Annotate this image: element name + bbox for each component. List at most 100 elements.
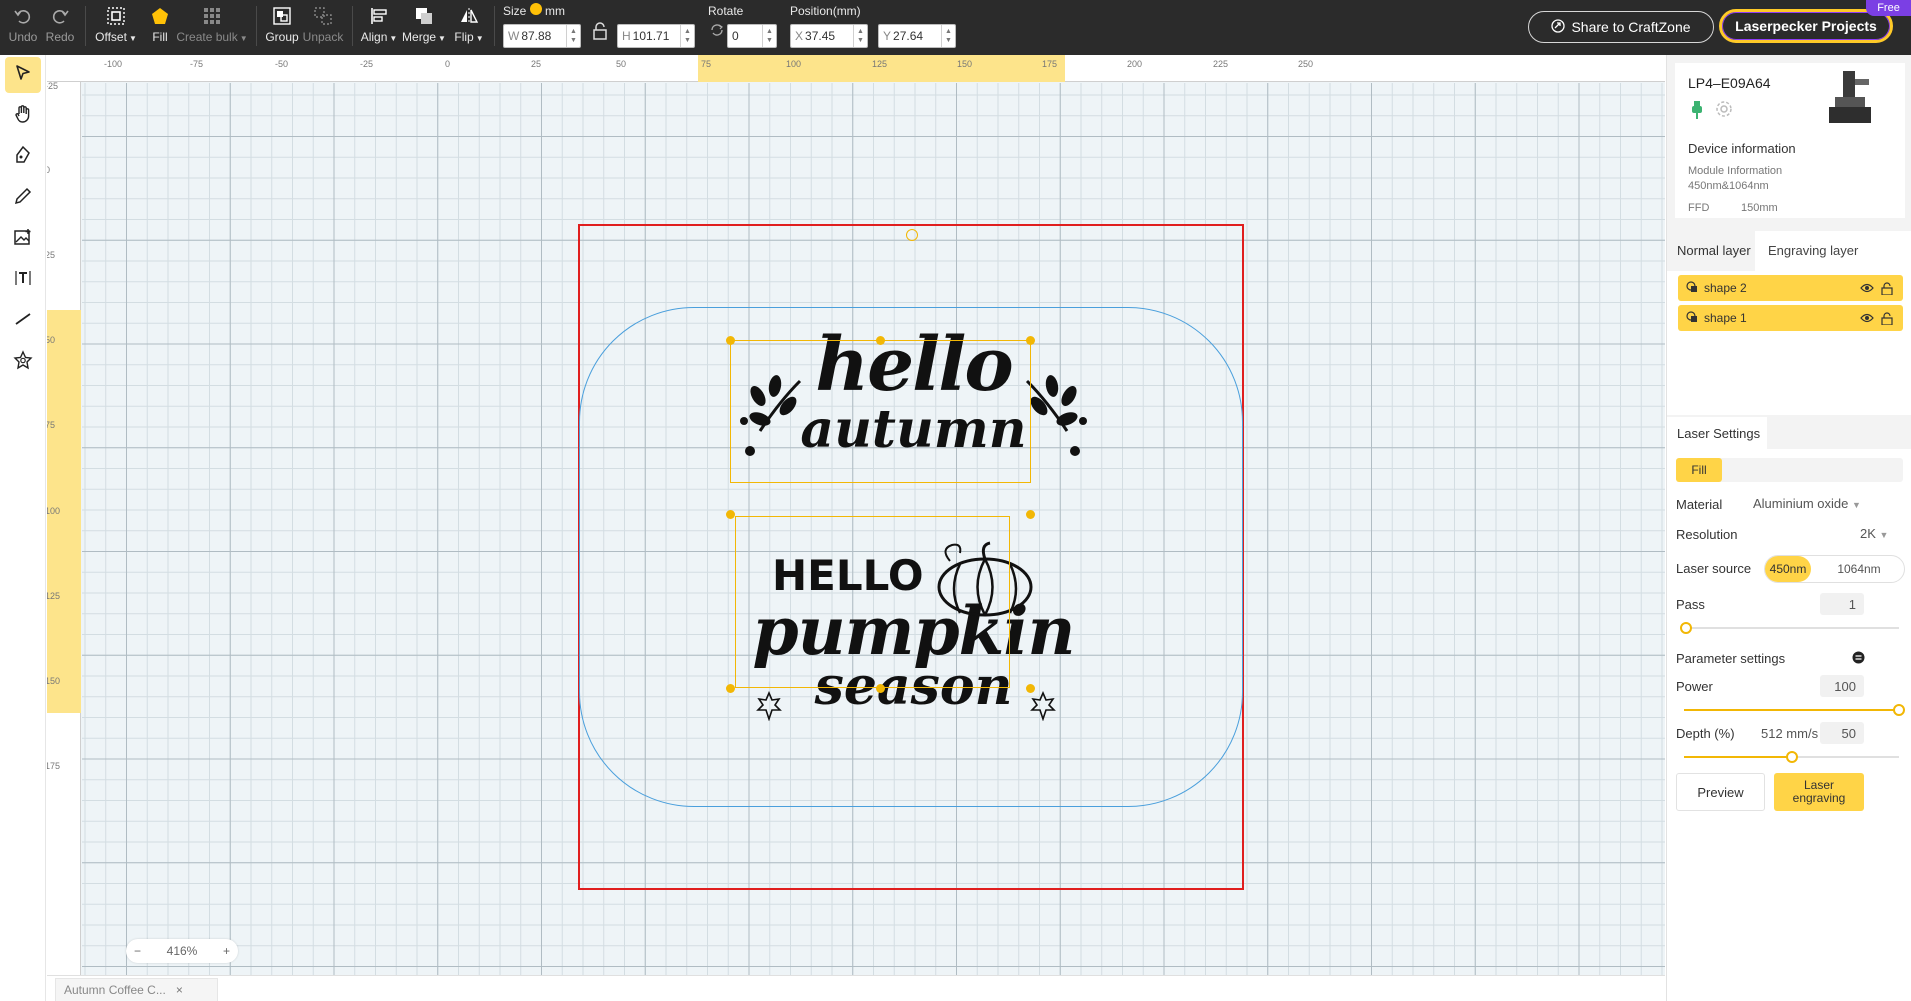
pencil-icon [13,186,33,211]
shapes-tool[interactable] [5,344,41,380]
tab-normal-layer[interactable]: Normal layer [1667,231,1755,271]
resize-handle[interactable] [726,336,735,345]
tab-engraving-layer[interactable]: Engraving layer [1768,243,1858,258]
grid-icon [200,4,224,28]
laserpecker-projects-button[interactable]: Laserpecker Projects [1719,9,1893,43]
merge-button[interactable]: Merge ▼ [402,4,446,50]
file-tab[interactable]: Autumn Coffee C... × [55,978,218,1001]
rotate-field[interactable]: 0 ▲ ▼ [727,24,777,48]
y-stepper[interactable]: ▲ ▼ [941,25,955,47]
group-button[interactable]: Group [265,4,299,50]
layer-row-shape-2[interactable]: shape 2 [1678,275,1903,301]
source-1064nm-button[interactable]: 1064nm [1813,556,1905,582]
height-field[interactable]: H 101.71 ▲ ▼ [617,24,695,48]
undo-button[interactable]: Undo [8,4,38,50]
speed-value: 512 mm/s [1761,726,1819,741]
depth-slider[interactable] [1684,751,1899,763]
create-bulk-label: Create bulk ▼ [176,30,248,44]
rotate-stepper[interactable]: ▲ ▼ [762,25,776,47]
settings-gear-icon[interactable] [1715,100,1733,123]
material-label: Material [1676,497,1723,512]
unlock-icon[interactable] [1879,281,1895,295]
unlock-icon[interactable] [1879,311,1895,325]
redo-button[interactable]: Redo [45,4,75,50]
ruler-label: -25 [47,81,59,91]
depth-slider-fill [1684,756,1792,758]
power-slider[interactable] [1684,704,1905,716]
resize-handle[interactable] [876,336,885,345]
lock-icon[interactable] [592,22,608,45]
x-prefix: X [795,29,804,43]
align-button[interactable]: Align ▼ [361,4,397,50]
select-tool[interactable] [5,57,41,93]
offset-button[interactable]: Offset ▼ [94,4,138,50]
zoom-in-button[interactable]: + [223,944,230,958]
ruler-label: 175 [1042,59,1058,69]
visibility-eye-icon[interactable] [1859,313,1875,323]
horizontal-ruler: -100 -75 -50 -25 0 25 50 75 100 125 150 … [47,55,1665,82]
pen-tool[interactable] [5,139,41,175]
resize-handle[interactable] [1026,510,1035,519]
zoom-out-button[interactable]: − [134,944,141,958]
pass-slider-knob[interactable] [1680,622,1692,634]
parameter-menu-icon[interactable] [1852,651,1865,669]
ruler-label: -100 [104,59,123,69]
text-icon [13,268,33,293]
ruler-label: 125 [872,59,888,69]
power-slider-fill [1684,709,1899,711]
shapes-icon [13,349,33,375]
zoom-level: 416% [166,944,198,958]
laser-source-label: Laser source [1676,561,1752,576]
laser-settings-tab[interactable]: Laser Settings [1667,417,1767,449]
rotate-handle[interactable] [906,229,918,241]
ruler-label: 200 [1127,59,1143,69]
y-field[interactable]: Y 27.64 ▲ ▼ [878,24,956,48]
resize-handle[interactable] [876,684,885,693]
fill-mode-button[interactable]: Fill [1676,458,1722,482]
text-tool[interactable] [5,262,41,298]
power-slider-knob[interactable] [1893,704,1905,716]
fill-label: Fill [152,30,168,44]
unpack-button[interactable]: Unpack [303,4,343,50]
resize-handle[interactable] [1026,684,1035,693]
x-field[interactable]: X 37.45 ▲ ▼ [790,24,868,48]
visibility-eye-icon[interactable] [1859,283,1875,293]
mode-bar: Fill [1676,458,1903,482]
depth-slider-knob[interactable] [1785,751,1798,763]
share-icon [1551,18,1566,36]
pass-input[interactable]: 1 [1820,593,1864,615]
tab-normal-label: Normal layer [1677,243,1751,258]
resize-handle[interactable] [1026,336,1035,345]
fill-button[interactable]: Fill [148,4,172,50]
selection-box[interactable] [726,336,1097,764]
flip-button[interactable]: Flip ▼ [454,4,484,50]
resize-handle[interactable] [726,684,735,693]
preview-button[interactable]: Preview [1676,773,1765,811]
zoom-control: − 416% + [126,939,238,963]
create-bulk-button[interactable]: Create bulk ▼ [176,4,248,50]
share-to-craftzone-button[interactable]: Share to CraftZone [1528,11,1714,43]
depth-input[interactable]: 50 [1820,722,1864,744]
resolution-select[interactable]: 2K ▼ [1860,526,1888,541]
image-tool[interactable] [5,221,41,257]
line-tool[interactable] [5,303,41,339]
material-select[interactable]: Aluminium oxide ▼ [1753,496,1861,511]
resize-handle[interactable] [726,510,735,519]
unit-toggle-icon[interactable] [530,3,542,15]
parameter-settings-title: Parameter settings [1676,651,1786,666]
hand-tool[interactable] [5,98,41,134]
laser-settings-card: Laser Settings Fill Material Aluminium o… [1667,417,1911,1001]
rotate-icon [709,22,725,43]
source-450nm-button[interactable]: 450nm [1765,556,1811,582]
x-stepper[interactable]: ▲ ▼ [853,25,867,47]
laser-engraving-button[interactable]: Laser engraving [1774,773,1864,811]
pencil-tool[interactable] [5,180,41,216]
design-canvas[interactable]: -100 -75 -50 -25 0 25 50 75 100 125 150 … [47,55,1665,975]
close-tab-button[interactable]: × [176,983,183,997]
width-stepper[interactable]: ▲ ▼ [566,25,580,47]
height-stepper[interactable]: ▲ ▼ [680,25,694,47]
width-field[interactable]: W 87.88 ▲ ▼ [503,24,581,48]
pass-slider[interactable] [1680,622,1899,634]
layer-row-shape-1[interactable]: shape 1 [1678,305,1903,331]
power-input[interactable]: 100 [1820,675,1864,697]
